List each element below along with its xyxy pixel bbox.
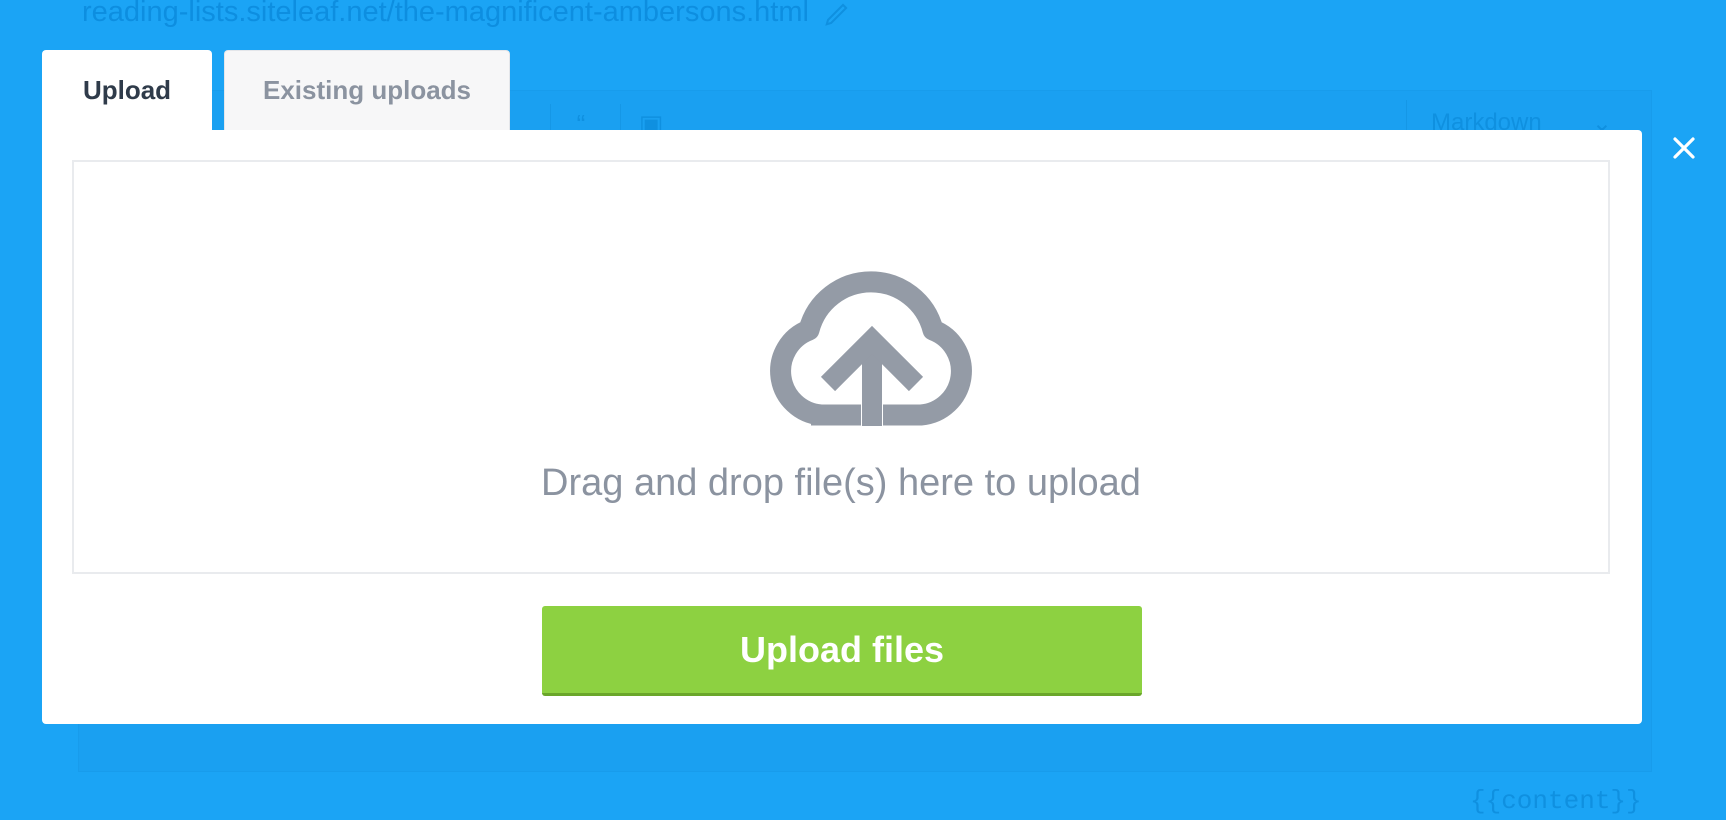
upload-files-button[interactable]: Upload files [542,606,1142,696]
pencil-icon [825,2,848,26]
tab-existing-uploads[interactable]: Existing uploads [224,50,510,130]
upload-modal: Drag and drop file(s) here to upload Upl… [42,130,1642,724]
cloud-upload-icon [770,271,972,426]
tab-existing-uploads-label: Existing uploads [262,75,472,105]
dropzone[interactable]: Drag and drop file(s) here to upload [72,160,1610,574]
close-icon [1673,137,1695,159]
tab-upload[interactable]: Upload [42,50,212,130]
background-url-text: reading-lists.siteleaf.net/the-magnifice… [82,0,809,28]
background-content-tag: {{content}} [1470,786,1642,816]
background-url: reading-lists.siteleaf.net/the-magnifice… [82,0,853,29]
close-button[interactable] [1664,128,1704,168]
dropzone-text: Drag and drop file(s) here to upload [541,462,1141,504]
tab-upload-label: Upload [82,74,172,105]
